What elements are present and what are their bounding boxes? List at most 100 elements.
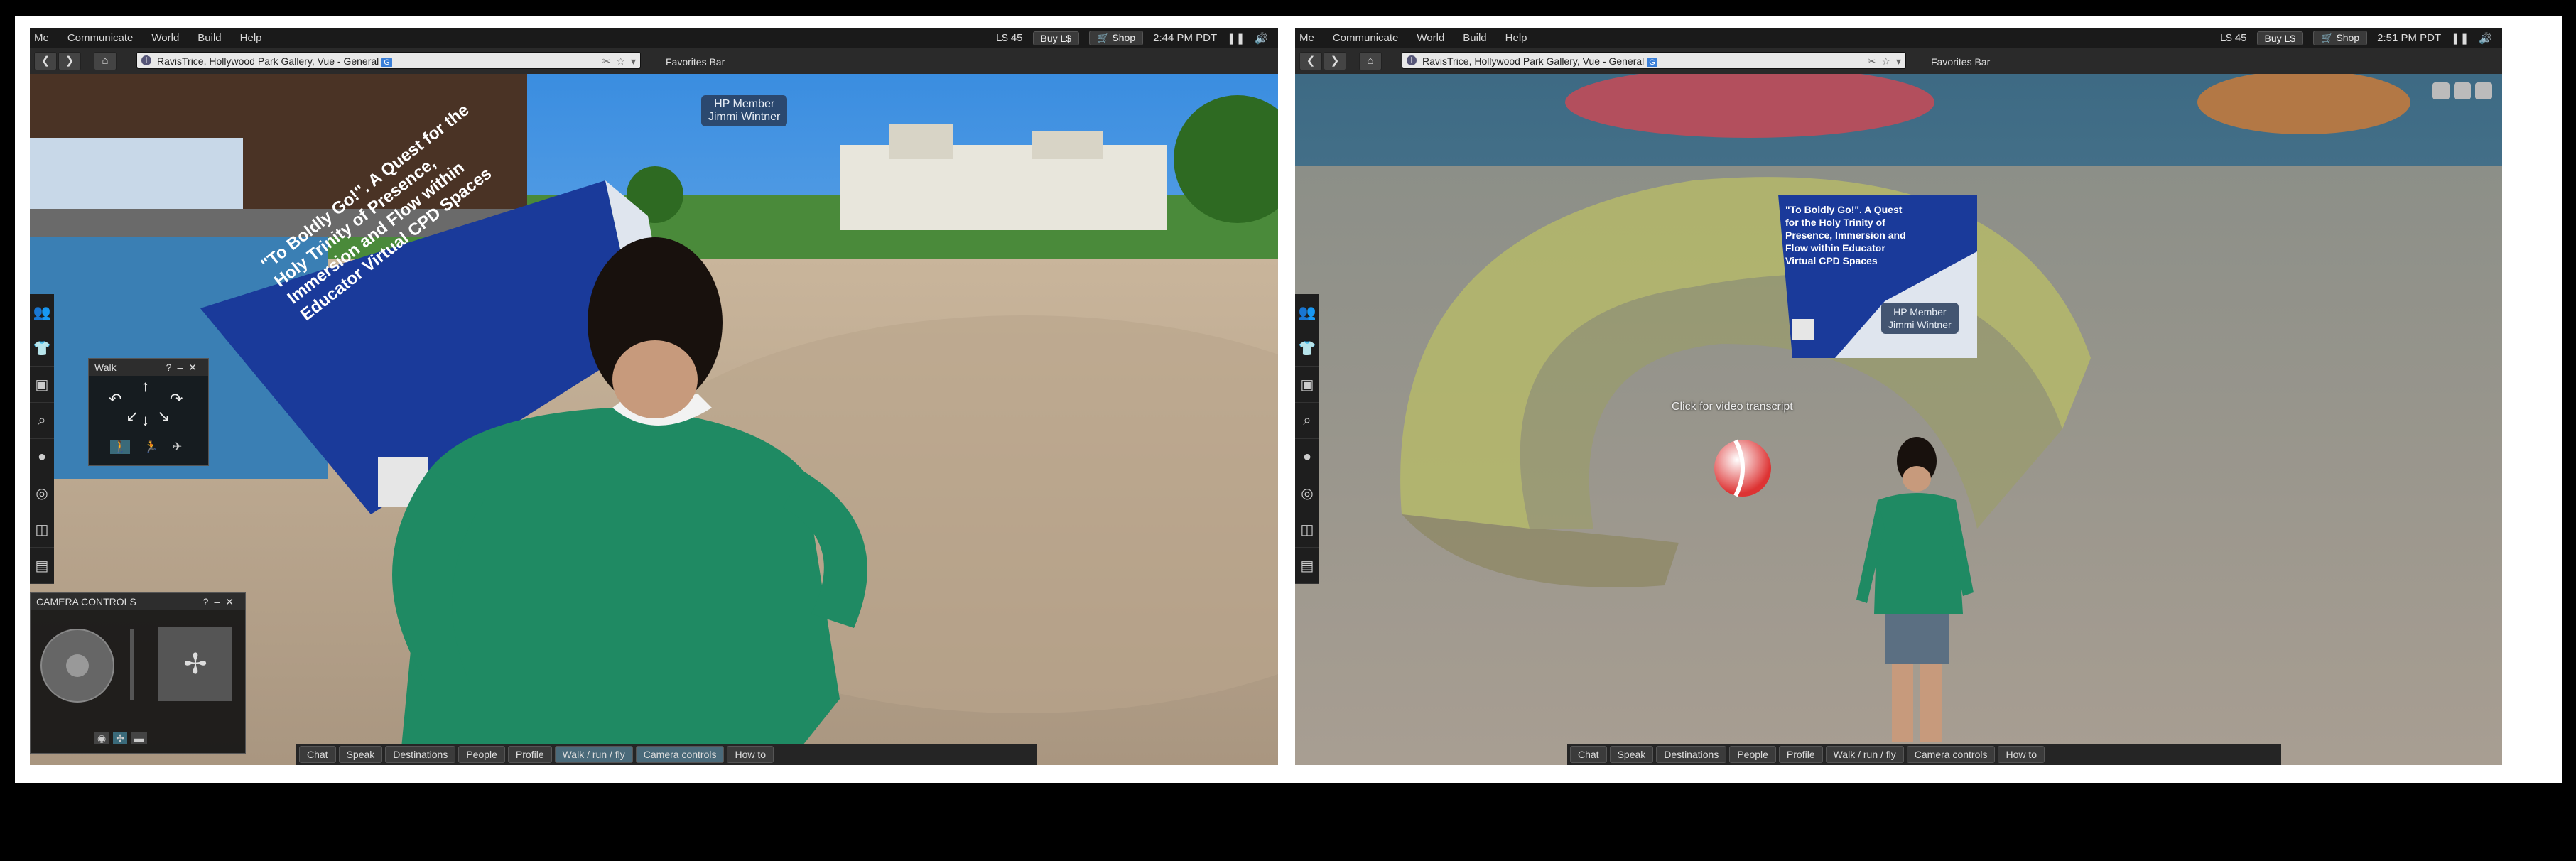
search-icon[interactable]: ⌕	[1295, 403, 1319, 439]
help-icon[interactable]: ▤	[30, 548, 54, 584]
volume-icon[interactable]: 🔊	[1255, 32, 1268, 45]
home-icon: ⌂	[102, 55, 109, 67]
move-forward-icon[interactable]: ↑	[141, 377, 149, 396]
favorite-star-icon[interactable]: ☆	[616, 53, 625, 70]
menu-help[interactable]: Help	[1505, 32, 1527, 44]
inventory-icon[interactable]: ▣	[30, 367, 54, 403]
menu-world[interactable]: World	[1417, 32, 1444, 44]
shop-button[interactable]: 🛒 Shop	[1089, 31, 1144, 45]
pause-media-icon[interactable]: ❚❚	[2451, 32, 2469, 45]
location-input[interactable]: i RavisTrice, Hollywood Park Gallery, Vu…	[136, 52, 641, 69]
shop-button[interactable]: 🛒 Shop	[2313, 31, 2368, 45]
walk-run-fly-button[interactable]: Walk / run / fly	[554, 746, 633, 763]
walk-mode-icon[interactable]: 🚶	[110, 440, 130, 454]
speak-button[interactable]: Speak	[338, 746, 383, 763]
people-button[interactable]: People	[1729, 746, 1776, 763]
profile-button[interactable]: Profile	[1778, 746, 1823, 763]
search-icon[interactable]: ⌕	[30, 403, 54, 439]
close-icon[interactable]: ✕	[225, 596, 239, 607]
landmarks-icon[interactable]: ◎	[30, 475, 54, 511]
camera-controls-button[interactable]: Camera controls	[1906, 746, 1996, 763]
menu-help[interactable]: Help	[240, 32, 262, 44]
menu-communicate[interactable]: Communicate	[67, 32, 134, 44]
pan-control[interactable]: ✢	[158, 627, 232, 701]
how-to-button[interactable]: How to	[727, 746, 774, 763]
snapshot-icon[interactable]: ◫	[1295, 511, 1319, 548]
fly-mode-icon[interactable]: ✈	[173, 440, 182, 454]
info-icon[interactable]: i	[141, 55, 151, 65]
minimize-icon[interactable]: –	[177, 362, 188, 373]
balance: L$ 45	[995, 32, 1023, 44]
menu-communicate[interactable]: Communicate	[1333, 32, 1399, 44]
help-icon[interactable]: ?	[166, 362, 178, 373]
favorite-star-icon[interactable]: ☆	[1881, 53, 1890, 70]
strafe-left-icon[interactable]: ↙	[126, 407, 139, 426]
landmarks-icon[interactable]: ◎	[1295, 475, 1319, 511]
walk-run-fly-button[interactable]: Walk / run / fly	[1825, 746, 1904, 763]
menu-me[interactable]: Me	[1299, 32, 1314, 44]
minimize-icon[interactable]: –	[214, 596, 225, 607]
people-icon[interactable]: 👥	[30, 294, 54, 330]
home-icon: ⌂	[1367, 55, 1374, 67]
appearance-icon[interactable]: 👕	[1295, 330, 1319, 367]
camera-panel-title: CAMERA CONTROLS	[36, 596, 136, 607]
walk-panel-title: Walk	[94, 362, 117, 373]
profile-button[interactable]: Profile	[507, 746, 552, 763]
info-icon[interactable]: i	[1407, 55, 1417, 65]
favorites-bar[interactable]: Favorites Bar	[1931, 56, 1990, 67]
orbit-control[interactable]	[40, 629, 114, 703]
pause-media-icon[interactable]: ❚❚	[1227, 32, 1245, 45]
world-view[interactable]: "To Boldly Go!". A Quest for the Holy Tr…	[1295, 74, 2502, 765]
buy-currency-button[interactable]: Buy L$	[1032, 31, 1080, 45]
snapshot-icon[interactable]: ◫	[30, 511, 54, 548]
places-icon[interactable]: ●	[30, 439, 54, 475]
places-icon[interactable]: ●	[1295, 439, 1319, 475]
cube-view-icon[interactable]	[2475, 82, 2492, 99]
menu-me[interactable]: Me	[34, 32, 49, 44]
chat-button[interactable]: Chat	[1570, 746, 1607, 763]
back-button[interactable]: ❮	[34, 52, 57, 70]
move-back-icon[interactable]: ↓	[141, 411, 149, 430]
view-orbit-icon[interactable]: ✣	[113, 732, 127, 744]
destinations-button[interactable]: Destinations	[1656, 746, 1727, 763]
cube-view-icon[interactable]	[2432, 82, 2450, 99]
appearance-icon[interactable]: 👕	[30, 330, 54, 367]
dropdown-icon[interactable]: ▾	[631, 53, 636, 70]
home-button[interactable]: ⌂	[1359, 52, 1382, 70]
home-button[interactable]: ⌂	[94, 52, 117, 70]
video-transcript-hint[interactable]: Click for video transcript	[1672, 401, 1793, 413]
destinations-button[interactable]: Destinations	[385, 746, 456, 763]
buy-currency-button[interactable]: Buy L$	[2256, 31, 2304, 45]
view-preset-icon[interactable]: ▬	[131, 732, 147, 744]
turn-right-icon[interactable]: ↷	[170, 390, 183, 408]
favorites-bar[interactable]: Favorites Bar	[666, 56, 725, 67]
dropdown-icon[interactable]: ▾	[1896, 53, 1901, 70]
help-icon[interactable]: ?	[203, 596, 215, 607]
turn-left-icon[interactable]: ↶	[109, 390, 121, 408]
world-view[interactable]: "To Boldly Go!". A Quest for the Holy Tr…	[30, 74, 1278, 765]
people-button[interactable]: People	[458, 746, 505, 763]
forward-button[interactable]: ❯	[58, 52, 81, 70]
speak-button[interactable]: Speak	[1609, 746, 1654, 763]
strafe-right-icon[interactable]: ↘	[157, 407, 170, 426]
help-icon[interactable]: ▤	[1295, 548, 1319, 584]
view-eye-icon[interactable]: ◉	[94, 732, 109, 744]
how-to-button[interactable]: How to	[1998, 746, 2045, 763]
menu-build[interactable]: Build	[1463, 32, 1486, 44]
zoom-slider[interactable]	[130, 629, 134, 700]
back-button[interactable]: ❮	[1299, 52, 1322, 70]
inventory-icon[interactable]: ▣	[1295, 367, 1319, 403]
close-icon[interactable]: ✕	[188, 362, 202, 373]
maturity-badge: G	[1647, 58, 1657, 67]
volume-icon[interactable]: 🔊	[2479, 32, 2492, 45]
camera-controls-button[interactable]: Camera controls	[635, 746, 725, 763]
cube-view-icon[interactable]	[2454, 82, 2471, 99]
run-mode-icon[interactable]: 🏃	[144, 440, 158, 454]
menu-world[interactable]: World	[151, 32, 179, 44]
chat-button[interactable]: Chat	[299, 746, 336, 763]
location-input[interactable]: i RavisTrice, Hollywood Park Gallery, Vu…	[1402, 52, 1906, 69]
menu-build[interactable]: Build	[197, 32, 221, 44]
forward-button[interactable]: ❯	[1324, 52, 1346, 70]
people-icon[interactable]: 👥	[1295, 294, 1319, 330]
cart-icon: 🛒	[2321, 32, 2337, 43]
